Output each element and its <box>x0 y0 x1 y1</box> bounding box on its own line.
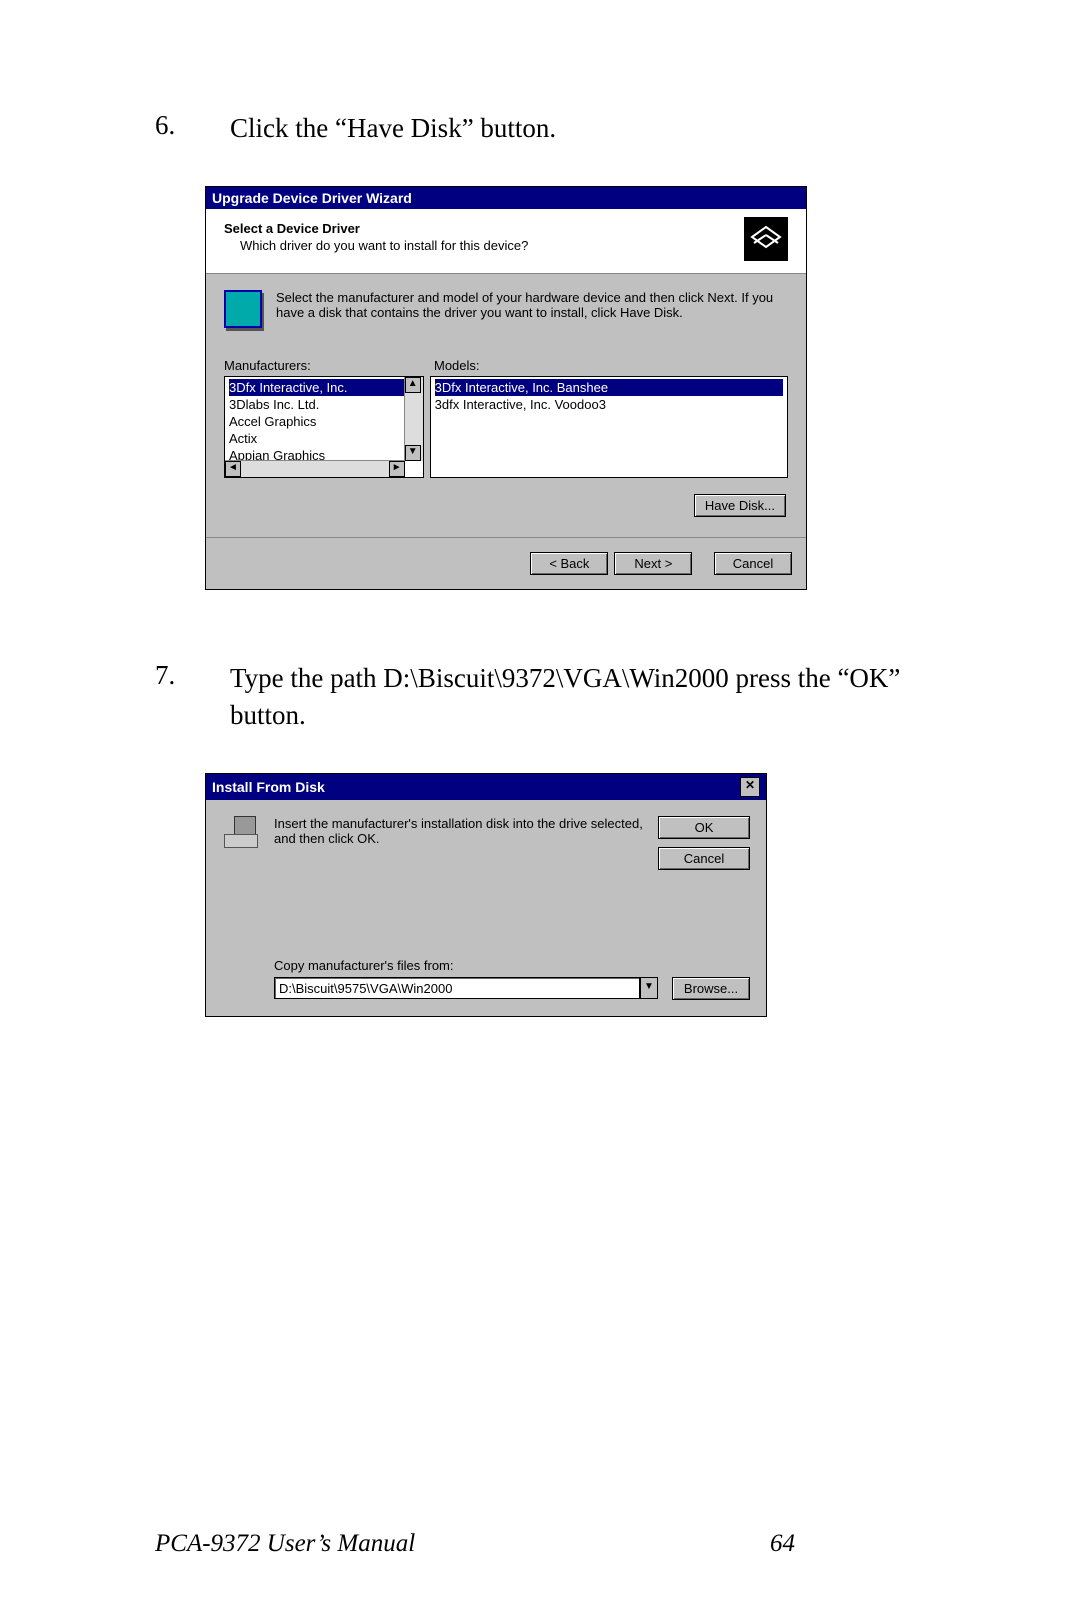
path-input[interactable] <box>274 977 640 999</box>
page-footer: PCA-9372 User’s Manual 64 <box>155 1530 795 1558</box>
cancel-button[interactable]: Cancel <box>714 552 792 575</box>
dialog-titlebar[interactable]: Install From Disk ✕ <box>206 774 766 800</box>
wizard-description: Select the manufacturer and model of you… <box>276 290 788 328</box>
step-text: Click the “Have Disk” button. <box>230 110 925 146</box>
vertical-scrollbar[interactable]: ▲ ▼ <box>404 377 423 461</box>
close-icon[interactable]: ✕ <box>740 777 760 797</box>
step-text: Type the path D:\Biscuit\9372\VGA\Win200… <box>230 660 925 733</box>
back-button[interactable]: < Back <box>530 552 608 575</box>
have-disk-button[interactable]: Have Disk... <box>694 494 786 517</box>
manufacturers-label: Manufacturers: <box>224 358 434 373</box>
manual-title: PCA-9372 User’s Manual <box>155 1530 770 1558</box>
list-item[interactable]: Accel Graphics <box>229 413 419 430</box>
list-item[interactable]: 3Dlabs Inc. Ltd. <box>229 396 419 413</box>
step-number: 6. <box>155 110 230 146</box>
ok-button[interactable]: OK <box>658 816 750 839</box>
scroll-right-icon[interactable]: ► <box>389 461 405 477</box>
next-button[interactable]: Next > <box>614 552 692 575</box>
models-label: Models: <box>434 358 480 373</box>
upgrade-driver-wizard: Upgrade Device Driver Wizard Select a De… <box>205 186 807 590</box>
device-icon <box>744 217 788 261</box>
copy-from-label: Copy manufacturer's files from: <box>274 958 750 973</box>
dialog-title: Install From Disk <box>212 779 325 795</box>
list-item[interactable]: 3Dfx Interactive, Inc. Banshee <box>435 379 783 396</box>
browse-button[interactable]: Browse... <box>672 977 750 1000</box>
monitor-icon <box>224 290 262 328</box>
scroll-left-icon[interactable]: ◄ <box>225 461 241 477</box>
list-item[interactable]: 3Dfx Interactive, Inc. <box>229 379 419 396</box>
install-from-disk-dialog: Install From Disk ✕ Insert the manufactu… <box>205 773 767 1017</box>
disk-icon <box>222 816 260 848</box>
manufacturers-list[interactable]: 3Dfx Interactive, Inc. 3Dlabs Inc. Ltd. … <box>224 376 424 478</box>
wizard-subheading: Which driver do you want to install for … <box>240 238 528 253</box>
horizontal-scrollbar[interactable]: ◄ ► <box>225 460 405 477</box>
wizard-titlebar[interactable]: Upgrade Device Driver Wizard <box>206 187 806 209</box>
wizard-heading: Select a Device Driver <box>224 221 528 236</box>
cancel-button[interactable]: Cancel <box>658 847 750 870</box>
dropdown-icon[interactable]: ▼ <box>640 977 658 999</box>
list-item[interactable]: Actix <box>229 430 419 447</box>
list-item[interactable]: 3dfx Interactive, Inc. Voodoo3 <box>435 396 783 413</box>
models-list[interactable]: 3Dfx Interactive, Inc. Banshee 3dfx Inte… <box>430 376 788 478</box>
step-number: 7. <box>155 660 230 733</box>
scroll-up-icon[interactable]: ▲ <box>405 377 421 393</box>
page-number: 64 <box>770 1530 795 1558</box>
scroll-down-icon[interactable]: ▼ <box>405 445 421 461</box>
install-message: Insert the manufacturer's installation d… <box>274 816 644 878</box>
